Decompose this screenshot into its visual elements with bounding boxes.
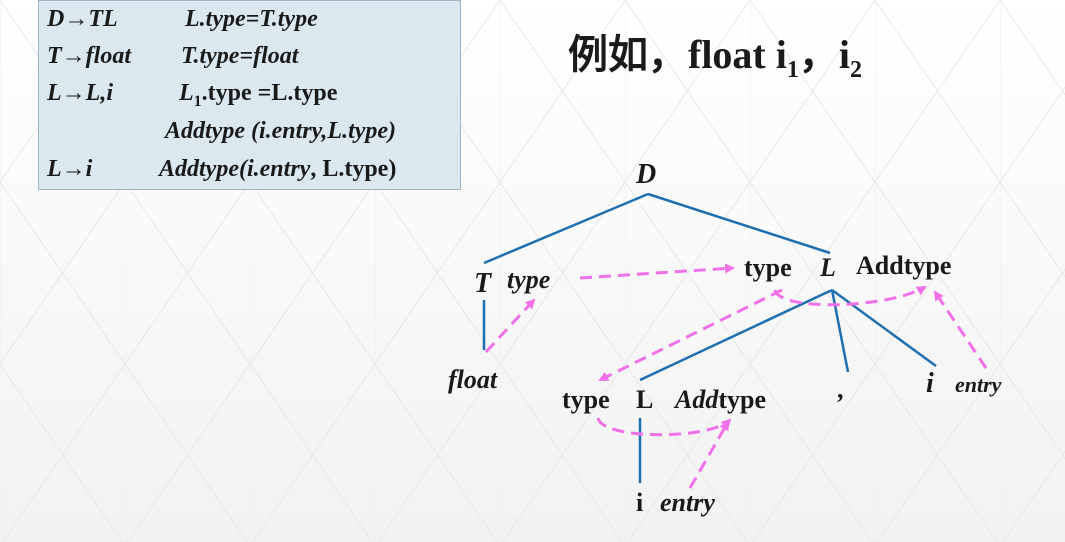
- arrow-ltype-to-lmidtype: [598, 288, 783, 382]
- node-i-bottom: i: [636, 488, 643, 517]
- edge-l-lmid: [639, 288, 833, 382]
- node-l-top-attr: type: [744, 253, 792, 282]
- arrow-float-to-ttype: [484, 298, 536, 354]
- arrow-entry-to-addtype: [933, 290, 988, 369]
- node-i-right: i: [926, 368, 934, 399]
- tree-edges: [482, 192, 937, 483]
- node-i-right-attr: entry: [955, 372, 1002, 397]
- node-t-attr: type: [507, 265, 550, 294]
- node-d: D: [635, 159, 656, 190]
- node-l-top-action: Addtype: [856, 251, 951, 280]
- arrow-lmidtype-to-addtype: [596, 417, 732, 437]
- annotated-parse-tree: D T type float type L Addtype type L Add…: [448, 159, 1002, 517]
- node-l-mid: L: [636, 385, 653, 414]
- node-l-mid-action: Addtype: [673, 385, 766, 414]
- node-comma: ,: [837, 375, 844, 404]
- edge-l-i: [831, 288, 937, 368]
- tree-labels: D T type float type L Addtype type L Add…: [448, 159, 1002, 517]
- node-l-top: L: [819, 253, 836, 282]
- edge-l-comma: [830, 289, 850, 373]
- edge-d-l: [647, 192, 831, 255]
- arrow-ttype-to-ltype: [579, 263, 735, 280]
- node-float: float: [448, 365, 498, 394]
- node-t: T: [474, 268, 493, 299]
- node-i-bottom-attr: entry: [660, 488, 715, 517]
- node-l-mid-attr: type: [562, 385, 610, 414]
- dependency-arrows: [484, 263, 988, 489]
- edge-d-t: [483, 192, 649, 265]
